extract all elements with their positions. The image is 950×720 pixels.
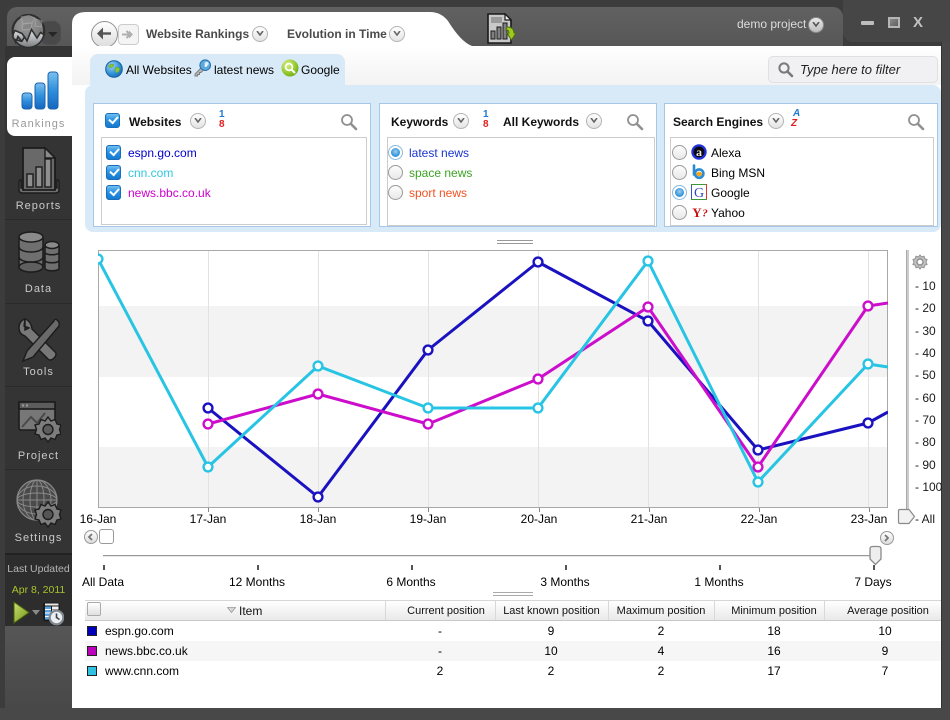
svg-text:a: a: [696, 145, 702, 159]
svg-text:?: ?: [702, 208, 708, 220]
svg-text:Y: Y: [692, 205, 702, 219]
svg-text:G: G: [694, 186, 704, 200]
